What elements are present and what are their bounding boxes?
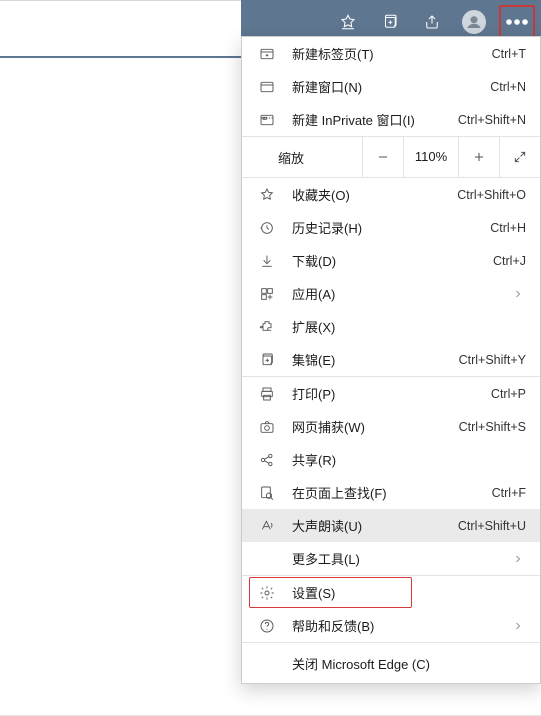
menu-label: 大声朗读(U)	[292, 516, 362, 535]
read-aloud-icon	[256, 518, 278, 534]
chevron-right-icon	[510, 620, 526, 632]
find-icon	[256, 485, 278, 501]
menu-close-edge[interactable]: 关闭 Microsoft Edge (C)	[242, 643, 540, 683]
settings-icon	[256, 585, 278, 601]
browser-window: 新建标签页(T) Ctrl+T 新建窗口(N) Ctrl+N 新建 InPriv…	[0, 0, 541, 716]
menu-shortcut: Ctrl+J	[493, 254, 526, 268]
menu-label: 共享(R)	[292, 450, 336, 469]
page-top-border	[0, 56, 241, 58]
menu-zoom-row: 缩放 110%	[242, 136, 540, 178]
menu-label: 新建标签页(T)	[292, 44, 374, 63]
menu-label: 网页捕获(W)	[292, 417, 365, 436]
menu-share[interactable]: 共享(R)	[242, 443, 540, 476]
apps-icon	[256, 286, 278, 302]
more-menu-button[interactable]	[499, 5, 535, 39]
history-icon	[256, 220, 278, 236]
menu-history[interactable]: 历史记录(H) Ctrl+H	[242, 211, 540, 244]
menu-new-inprivate[interactable]: 新建 InPrivate 窗口(I) Ctrl+Shift+N	[242, 103, 540, 136]
menu-shortcut: Ctrl+Shift+U	[458, 519, 526, 533]
menu-shortcut: Ctrl+Shift+O	[457, 188, 526, 202]
settings-and-more-menu: 新建标签页(T) Ctrl+T 新建窗口(N) Ctrl+N 新建 InPriv…	[241, 36, 541, 684]
help-icon	[256, 618, 278, 634]
menu-label: 新建 InPrivate 窗口(I)	[292, 110, 415, 129]
menu-label: 收藏夹(O)	[292, 185, 350, 204]
download-icon	[256, 253, 278, 269]
menu-collections[interactable]: 集锦(E) Ctrl+Shift+Y	[242, 343, 540, 376]
menu-shortcut: Ctrl+F	[492, 486, 526, 500]
zoom-in-button[interactable]	[458, 137, 499, 177]
menu-downloads[interactable]: 下载(D) Ctrl+J	[242, 244, 540, 277]
menu-label: 新建窗口(N)	[292, 77, 362, 96]
menu-label: 应用(A)	[292, 284, 335, 303]
fullscreen-button[interactable]	[499, 137, 540, 177]
menu-web-capture[interactable]: 网页捕获(W) Ctrl+Shift+S	[242, 410, 540, 443]
menu-label: 更多工具(L)	[292, 549, 360, 568]
menu-settings[interactable]: 设置(S)	[242, 576, 540, 609]
menu-label: 扩展(X)	[292, 317, 335, 336]
capture-icon	[256, 419, 278, 435]
zoom-label: 缩放	[242, 148, 362, 167]
menu-shortcut: Ctrl+Shift+S	[459, 420, 526, 434]
menu-label: 帮助和反馈(B)	[292, 616, 374, 635]
menu-favorites[interactable]: 收藏夹(O) Ctrl+Shift+O	[242, 178, 540, 211]
print-icon	[256, 386, 278, 402]
menu-shortcut: Ctrl+Shift+N	[458, 113, 526, 127]
menu-label: 设置(S)	[292, 583, 335, 602]
favorites-icon	[256, 187, 278, 203]
new-window-icon	[256, 79, 278, 95]
menu-label: 历史记录(H)	[292, 218, 362, 237]
menu-shortcut: Ctrl+T	[492, 47, 526, 61]
menu-shortcut: Ctrl+H	[490, 221, 526, 235]
menu-shortcut: Ctrl+N	[490, 80, 526, 94]
extensions-icon	[256, 319, 278, 335]
new-tab-icon	[256, 46, 278, 62]
share-icon	[256, 452, 278, 468]
menu-shortcut: Ctrl+P	[491, 387, 526, 401]
menu-label: 下载(D)	[292, 251, 336, 270]
chevron-right-icon	[510, 288, 526, 300]
menu-find-on-page[interactable]: 在页面上查找(F) Ctrl+F	[242, 476, 540, 509]
zoom-value: 110%	[403, 137, 458, 177]
menu-shortcut: Ctrl+Shift+Y	[459, 353, 526, 367]
inprivate-icon	[256, 112, 278, 128]
zoom-out-button[interactable]	[362, 137, 403, 177]
chevron-right-icon	[510, 553, 526, 565]
menu-more-tools[interactable]: 更多工具(L)	[242, 542, 540, 575]
menu-label: 关闭 Microsoft Edge (C)	[292, 654, 430, 673]
menu-print[interactable]: 打印(P) Ctrl+P	[242, 377, 540, 410]
menu-label: 打印(P)	[292, 384, 335, 403]
menu-label: 集锦(E)	[292, 350, 335, 369]
collections-icon	[256, 352, 278, 368]
address-bar-area[interactable]	[0, 0, 241, 45]
menu-read-aloud[interactable]: 大声朗读(U) Ctrl+Shift+U	[242, 509, 540, 542]
menu-new-tab[interactable]: 新建标签页(T) Ctrl+T	[242, 37, 540, 70]
menu-apps[interactable]: 应用(A)	[242, 277, 540, 310]
menu-label: 在页面上查找(F)	[292, 483, 387, 502]
menu-extensions[interactable]: 扩展(X)	[242, 310, 540, 343]
menu-help-feedback[interactable]: 帮助和反馈(B)	[242, 609, 540, 642]
menu-new-window[interactable]: 新建窗口(N) Ctrl+N	[242, 70, 540, 103]
